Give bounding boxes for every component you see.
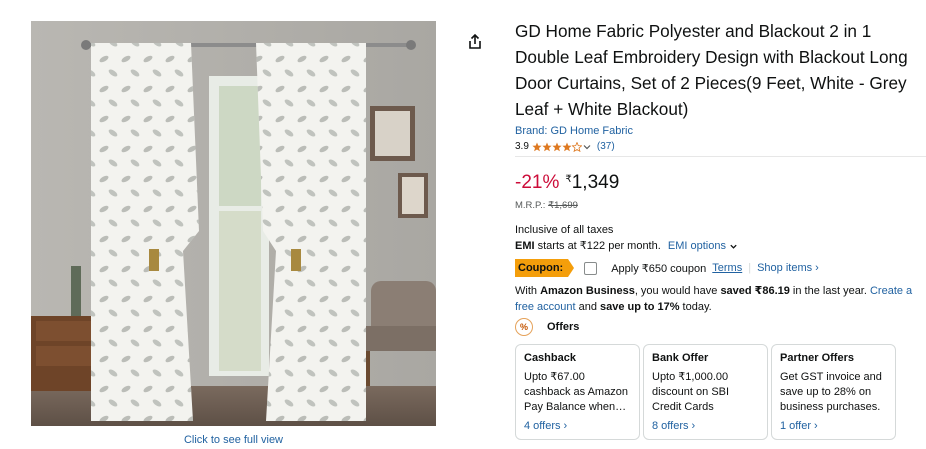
- discount-percent: -21%: [515, 172, 560, 193]
- product-title: GD Home Fabric Polyester and Blackout 2 …: [515, 21, 908, 119]
- star-rating[interactable]: [532, 141, 592, 152]
- terms-link[interactable]: Terms: [712, 262, 742, 274]
- emi-label: EMI: [515, 240, 535, 252]
- mrp-label: M.R.P.:: [515, 200, 546, 211]
- emi-options-link[interactable]: EMI options: [668, 240, 738, 252]
- offers-title: Offers: [547, 321, 580, 333]
- offer-card-link[interactable]: 1 offer ›: [780, 420, 818, 432]
- offer-card-body: Get GST invoice and save up to 28% on bu…: [780, 371, 882, 413]
- star-icon: [542, 142, 552, 151]
- business-text: , you would have: [634, 285, 721, 297]
- curtain-photo: [31, 21, 436, 426]
- star-icon: [532, 142, 542, 151]
- mrp-value: ₹1,699: [548, 200, 578, 211]
- offer-card-link[interactable]: 8 offers ›: [652, 420, 695, 432]
- business-text: in the last year.: [789, 285, 870, 297]
- offer-card-body: Upto ₹67.00 cashback as Amazon Pay Balan…: [524, 371, 628, 413]
- coupon-badge: Coupon:: [515, 259, 575, 277]
- coupon-row: Coupon: Apply ₹650 coupon Terms | Shop i…: [515, 259, 819, 277]
- separator: |: [748, 262, 752, 274]
- price-amount: 1,349: [571, 172, 620, 193]
- offer-card-title: Cashback: [524, 352, 576, 364]
- offer-card-title: Partner Offers: [780, 352, 854, 364]
- rating-row: 3.9 (37): [515, 141, 615, 152]
- star-icon: [562, 142, 572, 151]
- business-text: today.: [679, 301, 712, 313]
- rating-value: 3.9: [515, 141, 529, 152]
- star-outline-icon: [571, 141, 582, 152]
- business-savings: With Amazon Business, you would have sav…: [515, 283, 920, 315]
- offer-card-bank[interactable]: Bank Offer Upto ₹1,000.00 discount on SB…: [643, 344, 768, 440]
- business-save-up: save up to 17%: [600, 301, 680, 313]
- offer-card-cashback[interactable]: Cashback Upto ₹67.00 cashback as Amazon …: [515, 344, 640, 440]
- offer-card-body: Upto ₹1,000.00 discount on SBI Credit Ca…: [652, 371, 730, 413]
- divider: [515, 156, 926, 157]
- tax-note: Inclusive of all taxes: [515, 224, 614, 236]
- offer-card-title: Bank Offer: [652, 352, 709, 364]
- brand-link[interactable]: Brand: GD Home Fabric: [515, 125, 633, 137]
- business-brand: Amazon Business: [540, 285, 635, 297]
- offers-heading: % Offers: [515, 318, 579, 336]
- product-image[interactable]: [31, 21, 436, 426]
- business-text: With: [515, 285, 541, 297]
- offers-percent-icon: %: [515, 318, 533, 336]
- share-icon[interactable]: [466, 33, 484, 51]
- business-saved: saved ₹86.19: [720, 285, 790, 297]
- chevron-down-icon: [730, 244, 737, 249]
- offer-card-link[interactable]: 4 offers ›: [524, 420, 567, 432]
- emi-options-label: EMI options: [667, 240, 726, 252]
- rating-count-link[interactable]: (37): [597, 141, 615, 152]
- emi-text: starts at ₹122 per month.: [534, 240, 661, 252]
- coupon-apply-text: Apply ₹650 coupon: [611, 262, 707, 275]
- shop-items-link[interactable]: Shop items ›: [757, 262, 819, 274]
- price-row: -21% ₹ 1,349: [515, 170, 619, 196]
- emi-row: EMI starts at ₹122 per month. EMI option…: [515, 239, 738, 252]
- offer-card-partner[interactable]: Partner Offers Get GST invoice and save …: [771, 344, 896, 440]
- mrp: M.R.P.: ₹1,699: [515, 200, 578, 211]
- coupon-checkbox[interactable]: [584, 261, 598, 275]
- star-icon: [552, 142, 562, 151]
- business-text: and: [575, 301, 601, 313]
- chevron-down-icon: [583, 144, 591, 149]
- full-view-link[interactable]: Click to see full view: [31, 434, 436, 446]
